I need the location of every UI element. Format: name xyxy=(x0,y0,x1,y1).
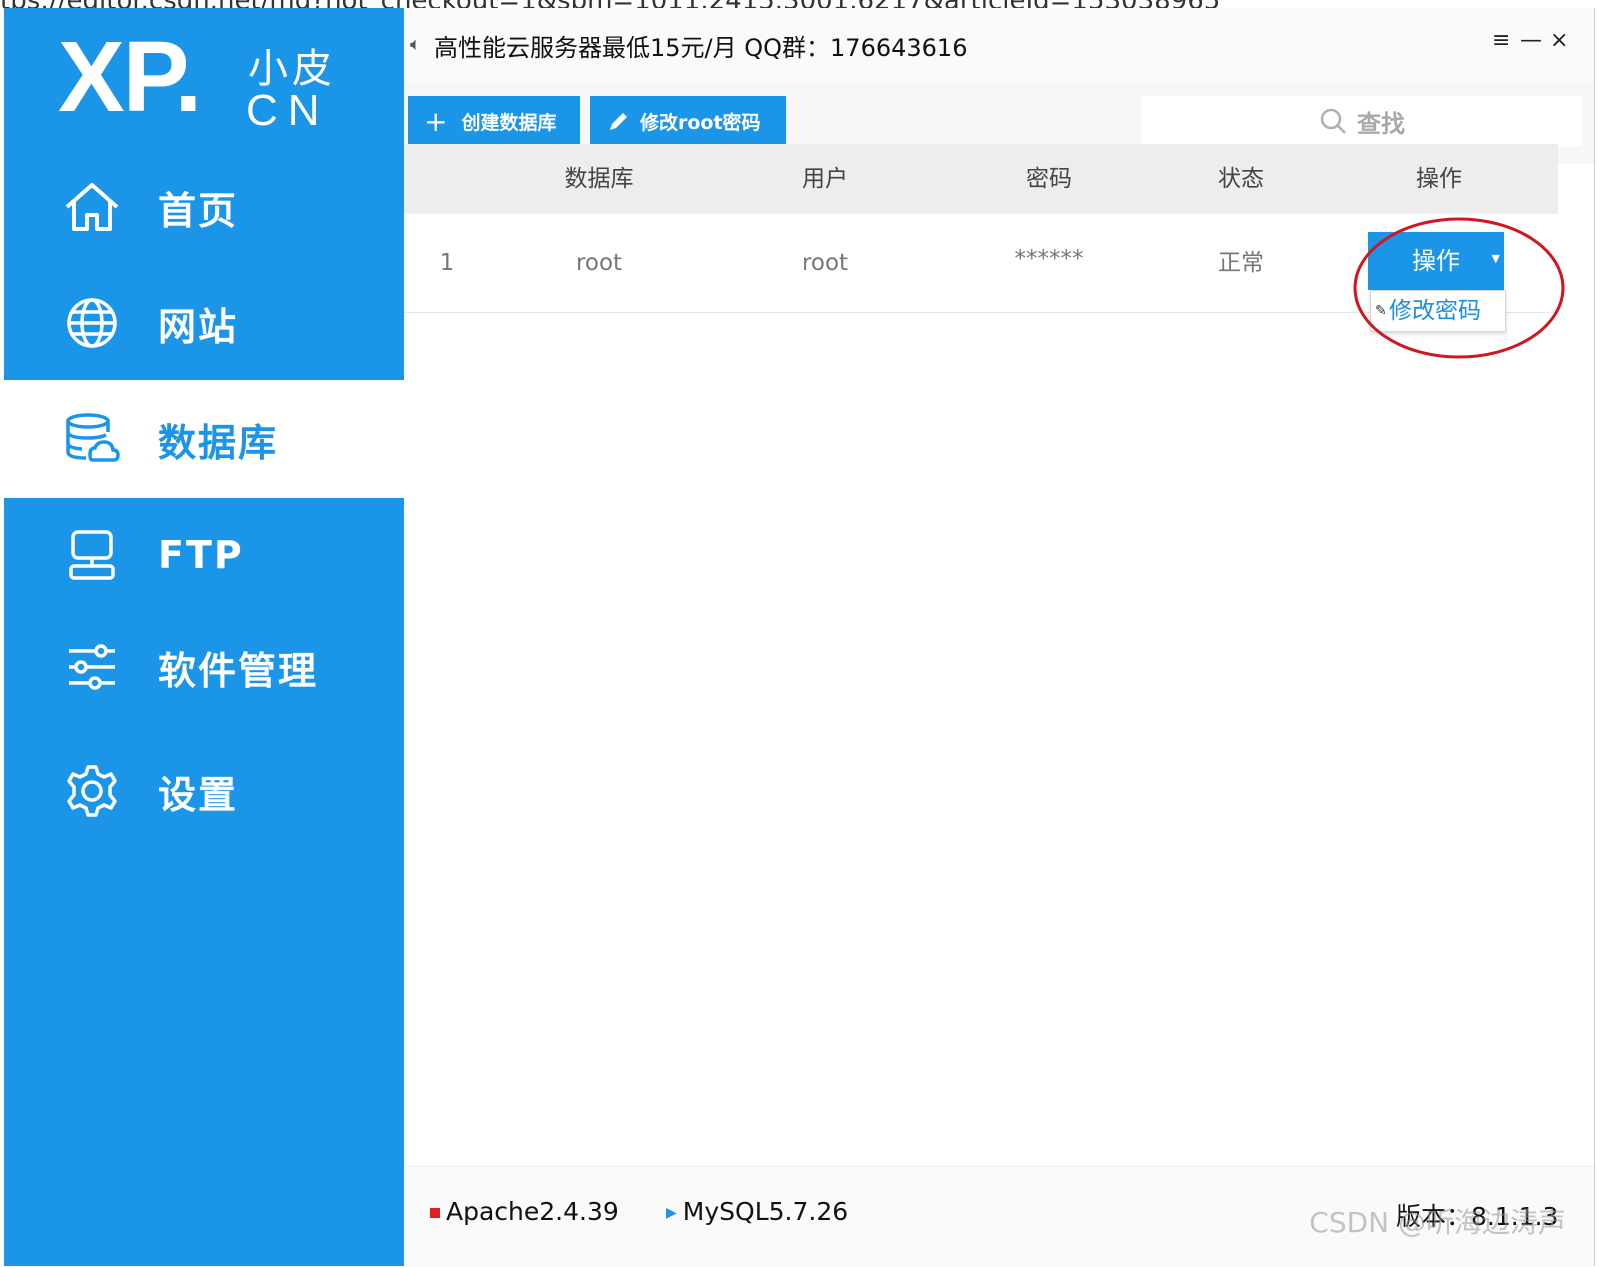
database-icon xyxy=(62,409,122,469)
mysql-status: ▶ MySQL5.7.26 xyxy=(666,1197,848,1226)
sidebar-item-label: 首页 xyxy=(158,188,239,233)
search-input[interactable]: 查找 xyxy=(1142,96,1582,146)
sidebar-item-label: 数据库 xyxy=(158,420,279,465)
window-title: 高性能云服务器最低15元/月 QQ群：176643616 xyxy=(434,34,968,62)
cell-database: root xyxy=(575,250,623,276)
close-button[interactable]: × xyxy=(1550,28,1568,53)
change-root-password-button[interactable]: 修改root密码 xyxy=(590,96,786,146)
sliders-icon xyxy=(62,637,122,697)
change-root-password-label: 修改root密码 xyxy=(640,111,761,134)
sidebar-item-database[interactable]: 数据库 xyxy=(4,380,404,498)
app-window: XP. 小皮 CN 首页 网站 数据库 FTP 软件管理 设置 🔈︎ 高性能云服… xyxy=(4,8,1595,1267)
watermark: CSDN @听海边涛声 xyxy=(1309,1206,1566,1239)
caret-down-icon: ▼ xyxy=(1491,252,1500,265)
ftp-icon xyxy=(62,525,122,585)
main-panel: 🔈︎ 高性能云服务器最低15元/月 QQ群：176643616 ≡ — × + … xyxy=(404,8,1594,1267)
cell-status: 正常 xyxy=(1218,250,1264,276)
plus-icon: + xyxy=(424,104,448,138)
logo-bottom-text: CN xyxy=(246,86,330,135)
titlebar: 🔈︎ 高性能云服务器最低15元/月 QQ群：176643616 ≡ — × xyxy=(404,8,1594,82)
column-header-password: 密码 xyxy=(1026,166,1072,192)
column-header-status: 状态 xyxy=(1218,166,1264,192)
row-index: 1 xyxy=(439,250,455,276)
logo-mark: XP. xyxy=(58,21,202,133)
globe-icon xyxy=(62,293,122,353)
create-database-button[interactable]: + 创建数据库 xyxy=(408,96,580,146)
column-header-action: 操作 xyxy=(1416,166,1462,192)
pencil-icon xyxy=(608,110,630,132)
sidebar-item-website[interactable]: 网站 xyxy=(4,264,404,382)
gear-icon xyxy=(62,761,122,821)
statusbar: Apache2.4.39 ▶ MySQL5.7.26 版本：8.1.1.3 CSD… xyxy=(404,1166,1594,1267)
sidebar-item-label: 软件管理 xyxy=(158,648,319,693)
search-icon xyxy=(1319,107,1347,135)
column-header-database: 数据库 xyxy=(564,166,634,192)
sidebar-item-settings[interactable]: 设置 xyxy=(4,732,404,850)
sidebar-item-label: FTP xyxy=(158,533,244,577)
sidebar-item-label: 设置 xyxy=(158,772,239,817)
stopped-indicator-icon xyxy=(430,1208,440,1218)
cell-password: ****** xyxy=(1014,246,1084,272)
speaker-icon: 🔈︎ xyxy=(410,34,421,55)
table-header: 数据库 用户 密码 状态 操作 xyxy=(404,144,1558,214)
minimize-button[interactable]: — xyxy=(1520,28,1542,53)
sidebar-item-home[interactable]: 首页 xyxy=(4,148,404,266)
cell-user: root xyxy=(801,250,849,276)
column-header-user: 用户 xyxy=(802,166,848,192)
running-indicator-icon: ▶ xyxy=(666,1205,677,1221)
apache-status: Apache2.4.39 xyxy=(430,1197,619,1226)
dropdown-item-label: 修改密码 xyxy=(1389,298,1481,324)
sidebar-item-software[interactable]: 软件管理 xyxy=(4,608,404,726)
logo: XP. 小皮 CN xyxy=(58,21,358,136)
menu-button[interactable]: ≡ xyxy=(1492,28,1510,53)
action-label: 操作 xyxy=(1412,247,1460,275)
apache-version: Apache2.4.39 xyxy=(446,1197,619,1226)
dropdown-item-change-password[interactable]: ✎ 修改密码 xyxy=(1370,290,1506,332)
pencil-icon: ✎ xyxy=(1375,303,1387,319)
create-database-label: 创建数据库 xyxy=(461,111,557,134)
sidebar: XP. 小皮 CN 首页 网站 数据库 FTP 软件管理 设置 xyxy=(4,8,404,1266)
sidebar-item-label: 网站 xyxy=(158,304,239,349)
sidebar-item-ftp[interactable]: FTP xyxy=(4,496,404,614)
search-placeholder: 查找 xyxy=(1357,109,1405,138)
mysql-version: MySQL5.7.26 xyxy=(682,1197,849,1226)
home-icon xyxy=(62,177,122,237)
action-dropdown-button[interactable]: 操作 ▼ xyxy=(1368,232,1504,290)
